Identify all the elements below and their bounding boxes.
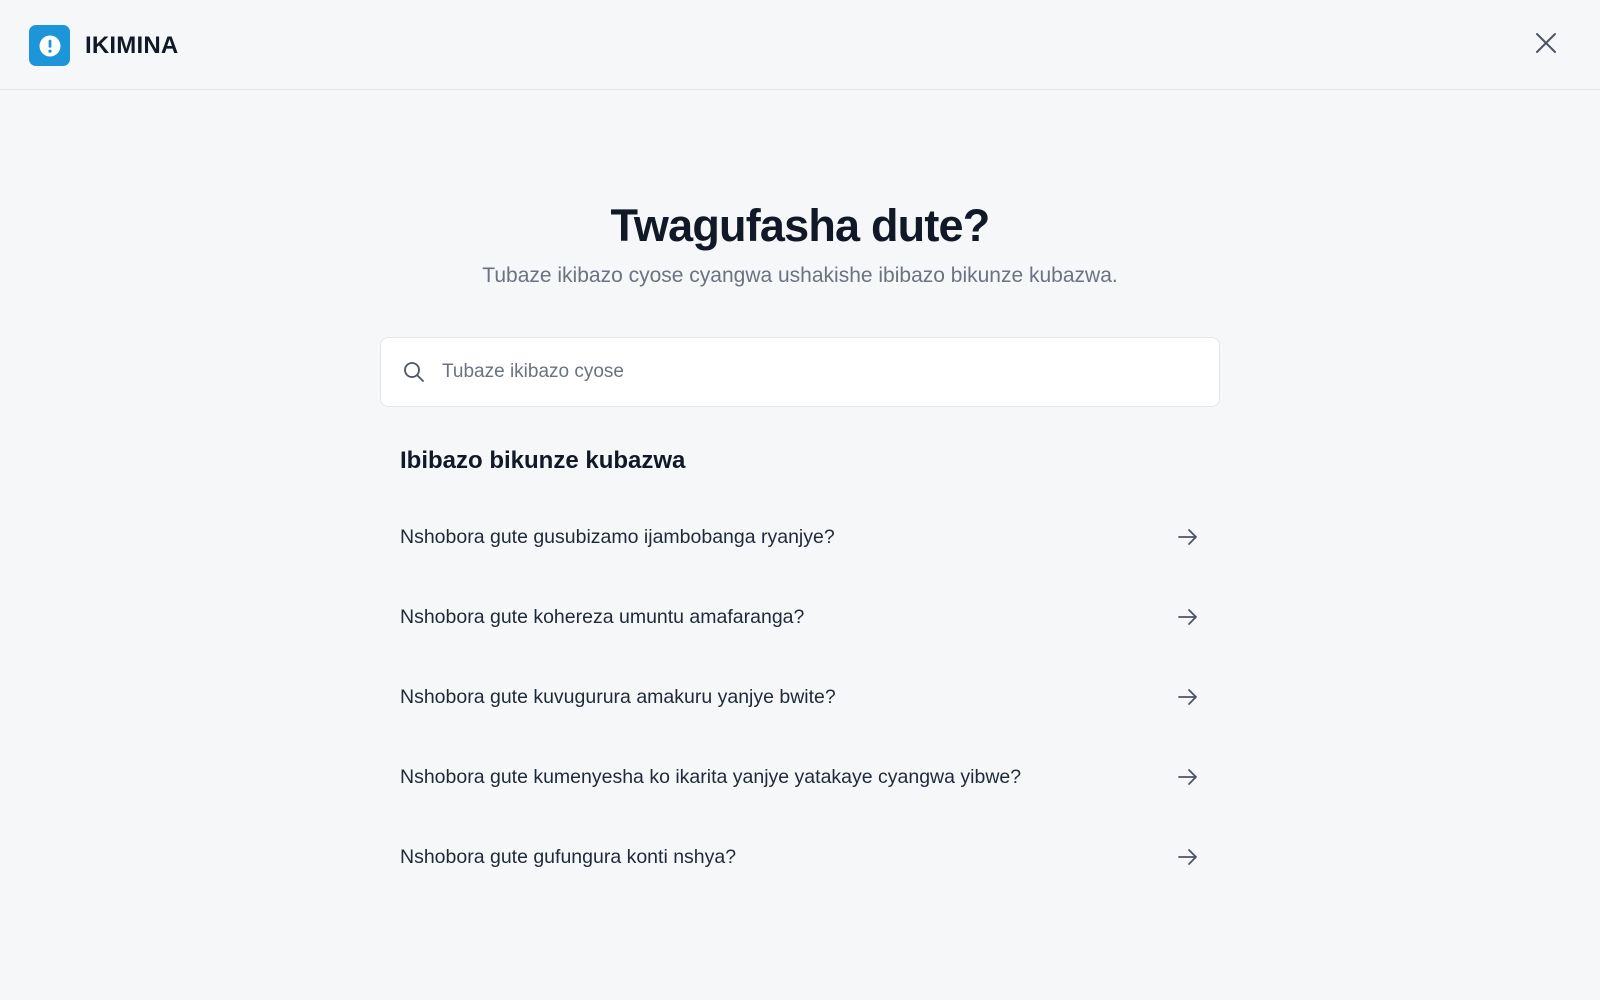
arrow-right-icon — [1176, 685, 1200, 709]
close-button[interactable] — [1532, 31, 1560, 59]
faq-heading: Ibibazo bikunze kubazwa — [400, 447, 686, 474]
faq-question: Nshobora gute gusubizamo ijambobanga rya… — [400, 525, 835, 548]
faq-item[interactable]: Nshobora gute kohereza umuntu amafaranga… — [380, 577, 1220, 657]
search-input[interactable] — [440, 360, 1204, 384]
faq-question: Nshobora gute kumenyesha ko ikarita yanj… — [400, 765, 1022, 788]
faq-list: Nshobora gute gusubizamo ijambobanga rya… — [380, 497, 1220, 897]
faq-item[interactable]: Nshobora gute kumenyesha ko ikarita yanj… — [380, 737, 1220, 817]
faq-question: Nshobora gute kuvugurura amakuru yanjye … — [400, 685, 836, 708]
faq-item[interactable]: Nshobora gute kuvugurura amakuru yanjye … — [380, 657, 1220, 737]
arrow-right-icon — [1176, 765, 1200, 789]
brand-name: IKIMINA — [85, 31, 179, 59]
arrow-right-icon — [1176, 845, 1200, 869]
arrow-right-icon — [1176, 605, 1200, 629]
faq-question: Nshobora gute kohereza umuntu amafaranga… — [400, 605, 805, 628]
arrow-right-icon — [1176, 525, 1200, 549]
page-title: Twagufasha dute? — [610, 200, 991, 251]
faq-question: Nshobora gute gufungura konti nshya? — [400, 845, 737, 868]
search-box[interactable] — [380, 337, 1220, 407]
top-bar: IKIMINA — [0, 0, 1600, 90]
search-icon — [401, 359, 427, 385]
faq-item[interactable]: Nshobora gute gusubizamo ijambobanga rya… — [380, 497, 1220, 577]
brand[interactable]: IKIMINA — [29, 25, 178, 66]
faq-item[interactable]: Nshobora gute gufungura konti nshya? — [380, 817, 1220, 897]
page-subtitle: Tubaze ikibazo cyose cyangwa ushakishe i… — [482, 264, 1118, 287]
close-icon — [1534, 31, 1558, 60]
alert-circle-icon — [29, 25, 70, 66]
